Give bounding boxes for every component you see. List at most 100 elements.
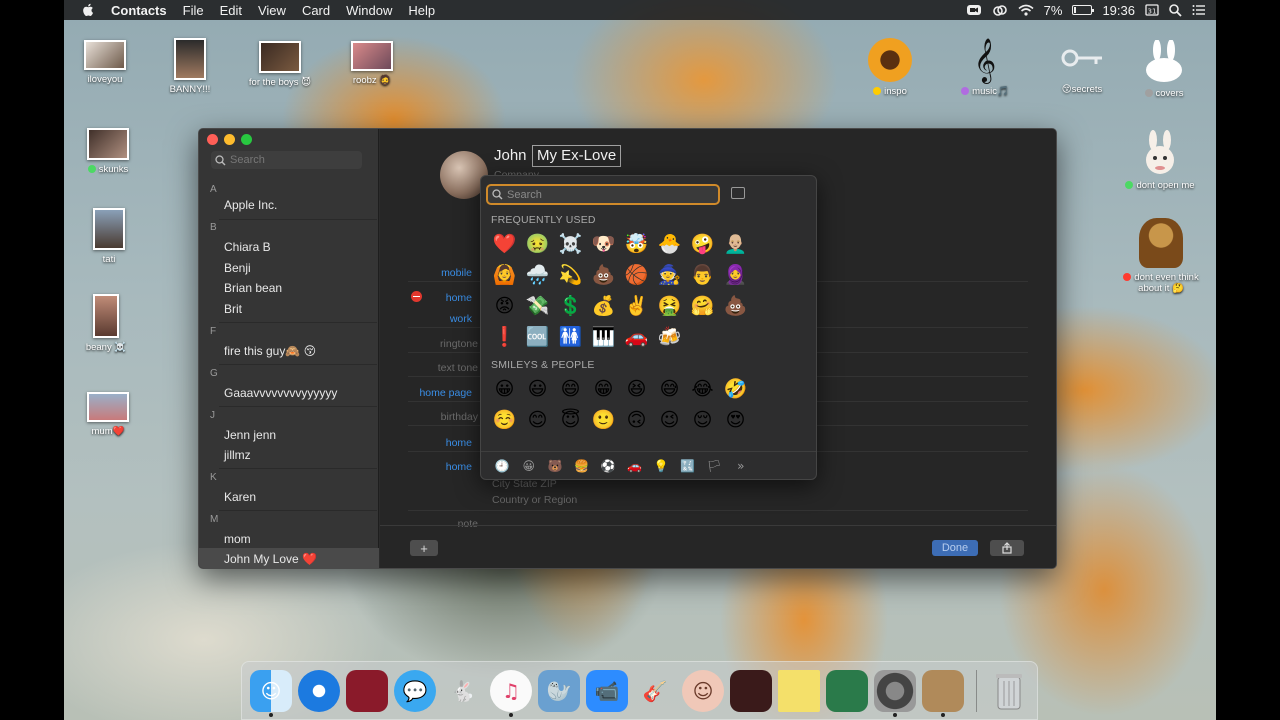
last-name-field[interactable]: My Ex-Love [532,145,622,167]
emoji-cell[interactable]: 🤪 [686,229,719,260]
label-home-page[interactable]: home page [402,387,472,399]
preview-icon[interactable] [826,670,868,712]
menu-app-name[interactable]: Contacts [111,3,167,18]
emoji-cell[interactable]: 😇 [554,405,587,436]
done-button[interactable]: Done [932,540,978,556]
menu-view[interactable]: View [258,3,286,18]
emoji-cell[interactable]: 💸 [521,291,554,322]
desktop-folder-for-the-boys[interactable]: for the boys 😈 [235,41,325,88]
calendar-menu-icon[interactable]: 31 [1145,4,1159,16]
face-icon[interactable]: ☺ [682,670,724,712]
inkscape-icon[interactable]: 🐇 [442,670,484,712]
emoji-cell[interactable]: 😂 [686,374,719,405]
emoji-cell[interactable]: ❤️ [488,229,521,260]
emoji-cell[interactable]: 😡 [488,291,521,322]
emoji-cell[interactable]: ✌️ [620,291,653,322]
contact-row-selected[interactable]: John My Love ❤️ [224,552,317,566]
emoji-cell[interactable]: 🙂 [587,405,620,436]
emoji-cell[interactable]: 🌧️ [521,260,554,291]
travel-icon[interactable]: 🚗 [622,459,649,473]
emoji-cell[interactable]: 😊 [521,405,554,436]
contact-row[interactable]: Benji [224,261,251,275]
emoji-cell[interactable]: 😌 [686,405,719,436]
close-window-button[interactable] [207,134,218,145]
spotlight-search-icon[interactable] [1169,3,1182,17]
emoji-cell[interactable]: 🤯 [620,229,653,260]
symbols-icon[interactable]: 🔣 [675,459,702,473]
emoji-cell[interactable]: 🏀 [620,260,653,291]
menu-help[interactable]: Help [408,3,435,18]
emoji-cell[interactable]: 🙃 [620,405,653,436]
character-viewer-icon[interactable] [731,187,745,199]
photo-booth-icon[interactable] [346,670,388,712]
system-preferences-icon[interactable] [874,670,916,712]
add-field-button[interactable]: + [410,540,438,556]
emoji-cell[interactable]: 💫 [554,260,587,291]
itunes-icon[interactable]: ♫ [490,670,532,712]
contact-row[interactable]: jillmz [224,448,251,462]
emoji-cell[interactable]: 🐣 [653,229,686,260]
finder-icon[interactable]: ☺ [250,670,292,712]
label-mobile[interactable]: mobile [402,267,472,279]
desktop-folder-mum[interactable]: mum❤️ [64,392,153,437]
minimize-window-button[interactable] [224,134,235,145]
emoji-cell[interactable]: 💰 [587,291,620,322]
emoji-cell[interactable]: 😀 [488,374,521,405]
emoji-cell[interactable]: ☠️ [554,229,587,260]
contacts-search-input[interactable]: Search [211,151,362,169]
desktop-folder-iloveyou[interactable]: iloveyou [64,40,150,85]
emoji-cell[interactable]: 🚻 [554,322,587,353]
desktop-folder-covers[interactable]: covers [1119,39,1209,99]
trash-icon[interactable] [988,670,1030,712]
address-country-field[interactable]: Country or Region [492,494,577,506]
emoji-cell[interactable]: 🎹 [587,322,620,353]
notification-center-icon[interactable] [1192,4,1206,16]
zoom-icon[interactable]: 📹 [586,670,628,712]
emoji-search-input[interactable]: Search [486,184,720,205]
emoji-cell[interactable]: ☺️ [488,405,521,436]
emoji-cell[interactable]: 🆒 [521,322,554,353]
stickies-icon[interactable] [778,670,820,712]
share-button[interactable] [990,540,1024,556]
menu-file[interactable]: File [183,3,204,18]
menu-card[interactable]: Card [302,3,330,18]
contact-row[interactable]: Brian bean [224,281,282,295]
wifi-icon[interactable] [1018,4,1034,16]
label-home-phone[interactable]: home [402,437,472,449]
objects-icon[interactable]: 💡 [648,459,675,473]
emoji-cell[interactable]: 🧙 [653,260,686,291]
contact-row[interactable]: Karen [224,490,256,504]
desktop-folder-tati[interactable]: tati [64,208,154,265]
desktop-folder-secrets[interactable]: 😚secrets [1037,40,1127,95]
contact-row[interactable]: Gaaavvvvvvvvyyyyyy [224,386,337,400]
emoji-cell[interactable]: 💩 [587,260,620,291]
zoom-window-button[interactable] [241,134,252,145]
garageband-icon[interactable]: 🎸 [634,670,676,712]
emoji-cell[interactable]: 🐶 [587,229,620,260]
contact-row[interactable]: Chiara B [224,240,271,254]
messages-icon[interactable]: 💬 [394,670,436,712]
label-work-email[interactable]: work [402,313,472,325]
desktop-folder-beany[interactable]: beany ☠️ [64,294,151,353]
food-icon[interactable]: 🍔 [569,459,596,473]
emoji-cell[interactable]: 💲 [554,291,587,322]
contact-row[interactable]: Apple Inc. [224,198,277,212]
clock[interactable]: 19:36 [1102,3,1135,18]
recent-icon[interactable]: 🕘 [489,459,516,473]
emoji-cell[interactable]: ❗ [488,322,521,353]
smileys-icon[interactable]: 😀 [516,459,543,473]
emoji-cell[interactable]: 😅 [653,374,686,405]
desktop-folder-inspo[interactable]: inspo [845,38,935,97]
emoji-cell[interactable]: 😆 [620,374,653,405]
seal-icon[interactable]: 🦭 [538,670,580,712]
emoji-cell[interactable]: 🍻 [653,322,686,353]
emoji-cell[interactable]: 🚗 [620,322,653,353]
emoji-cell[interactable]: 😉 [653,405,686,436]
emoji-cell[interactable]: 🧕 [719,260,752,291]
emoji-cell[interactable]: 💩 [719,291,752,322]
activity-icon[interactable]: ⚽ [595,459,622,473]
battery-percent[interactable]: 7% [1044,3,1063,18]
emoji-cell[interactable]: 😁 [587,374,620,405]
flags-icon[interactable]: 🏳 [701,459,728,473]
emoji-cell[interactable]: 🤢 [521,229,554,260]
